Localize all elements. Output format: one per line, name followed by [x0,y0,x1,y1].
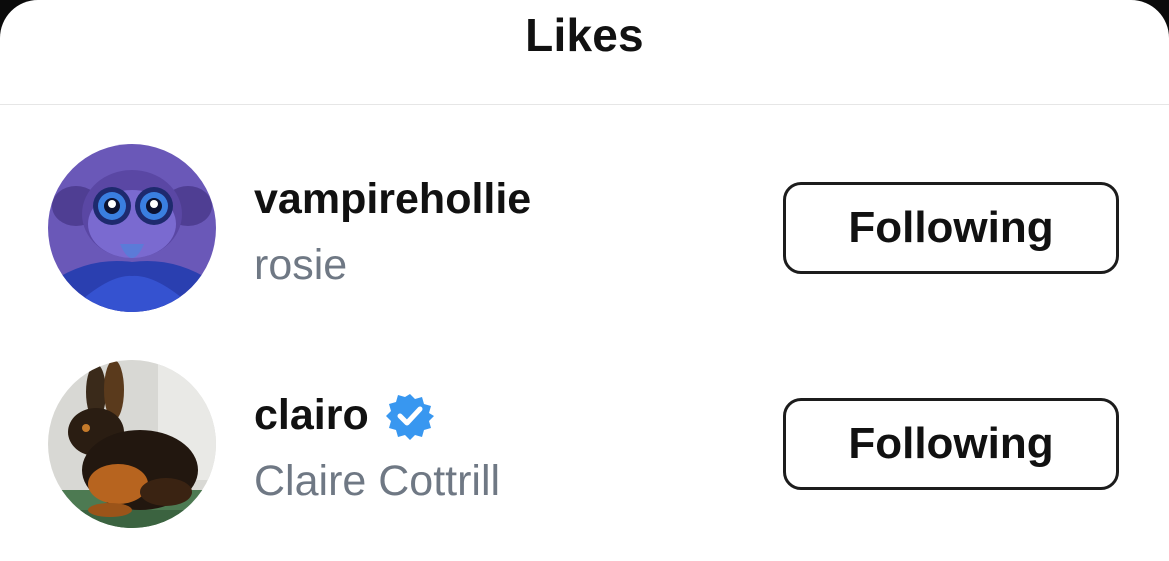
rabbit-photo-avatar-image [48,360,216,528]
full-name: rosie [254,241,348,289]
cartoon-girl-avatar-image [48,144,216,312]
list-item[interactable]: vampirehollie rosie Following [0,144,1169,314]
username[interactable]: vampirehollie [254,174,531,224]
likes-sheet: Likes vampirehollie rosie Following clai… [0,0,1169,561]
sheet-header: Likes [0,0,1169,105]
following-button[interactable]: Following [783,182,1119,274]
username[interactable]: clairo [254,390,369,440]
full-name: Claire Cottrill [254,457,501,505]
following-button[interactable]: Following [783,398,1119,490]
avatar[interactable] [48,144,216,312]
avatar[interactable] [48,360,216,528]
list-item[interactable]: clairo Claire Cottrill Following [0,360,1169,530]
page-title: Likes [525,9,644,61]
verified-badge-icon [386,394,434,440]
